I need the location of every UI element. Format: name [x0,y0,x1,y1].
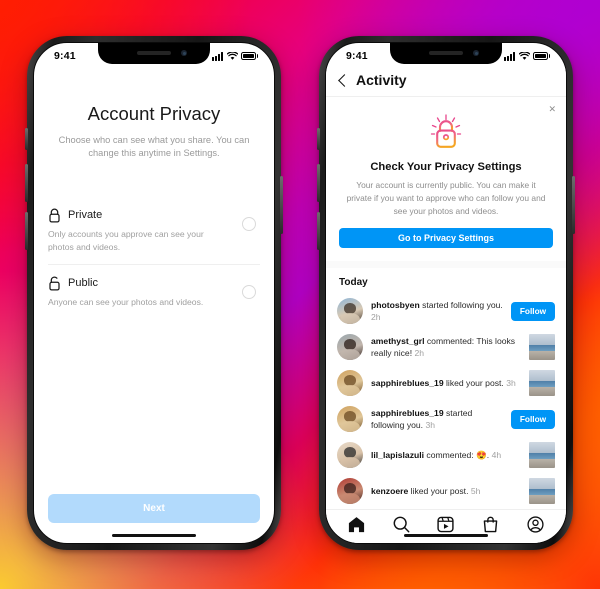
radio-private[interactable] [242,216,256,231]
battery-icon [533,52,550,60]
tab-reels[interactable] [436,515,455,534]
activity-action: liked your post. [443,377,504,388]
activity-row[interactable]: kenzoere liked your post. 5h [326,473,566,509]
activity-time: 2h [414,348,425,359]
activity-list: photosbyen started following you. 2h Foll… [326,293,566,509]
activity-username[interactable]: amethyst_grl [371,336,425,346]
avatar-sapphireblues_19[interactable] [337,370,363,397]
avatar-photosbyen[interactable] [337,298,363,325]
wifi-icon [518,51,530,60]
activity-row[interactable]: lil_lapislazuli commented: 😍. 4h [326,437,566,473]
activity-username[interactable]: kenzoere [371,486,408,496]
activity-time: 3h [506,377,516,388]
activity-time: 2h [371,312,381,323]
right-phone-frame: 9:41 Activity ✕ Check Your Privacy Setti… [317,36,575,550]
page-title: Account Privacy [87,103,221,124]
profile-icon [527,516,544,533]
home-indicator [112,533,196,537]
bottom-tab-bar [326,509,566,543]
privacy-settings-card: ✕ Check Your Privacy Settings Your accou… [326,97,566,269]
home-icon [348,517,364,533]
avatar-lil_lapislazuli[interactable] [337,442,363,469]
avatar-amethyst_grl[interactable] [337,334,363,361]
home-indicator [404,533,488,537]
left-status-bar: 9:41 [34,43,274,67]
activity-username[interactable]: lil_lapislazuli [371,450,424,460]
follow-button[interactable]: Follow [511,409,555,429]
activity-action: started following you. [419,299,503,310]
privacy-options-list: Private Only accounts you approve can se… [48,197,260,319]
tab-shop[interactable] [481,515,500,534]
post-thumbnail[interactable] [529,442,555,469]
option-private-label: Private [68,209,103,222]
left-phone-screen: 9:41 Account Privacy Choose who can see … [33,42,275,544]
tab-search[interactable] [392,515,411,534]
activity-action: commented: 😍. [424,449,490,460]
radio-public[interactable] [242,284,256,299]
tab-home[interactable] [347,515,366,534]
activity-header: Activity [326,67,566,97]
battery-icon [241,52,258,60]
activity-text: kenzoere liked your post. 5h [371,485,521,497]
activity-username[interactable]: sapphireblues_19 [371,408,444,418]
page-subtitle: Choose who can see what you share. You c… [58,135,250,159]
avatar-sapphireblues_19[interactable] [337,406,363,433]
follow-button[interactable]: Follow [511,301,555,321]
close-x-icon[interactable]: ✕ [548,105,556,114]
shop-bag-icon [483,516,498,533]
activity-text: sapphireblues_19 liked your post. 3h [371,377,521,389]
activity-time: 5h [470,485,481,496]
page-title: Activity [356,72,407,88]
lock-sparkle-icon [430,114,462,148]
activity-time: 3h [425,420,436,431]
activity-text: sapphireblues_19 started following you. … [371,407,503,431]
post-thumbnail[interactable] [529,478,555,505]
activity-text: lil_lapislazuli commented: 😍. 4h [371,449,521,461]
activity-time: 4h [491,449,502,460]
option-private[interactable]: Private Only accounts you approve can se… [48,197,260,264]
back-chevron-icon[interactable] [338,73,351,87]
activity-row[interactable]: sapphireblues_19 started following you. … [326,401,566,437]
post-thumbnail[interactable] [529,370,555,397]
card-title: Check Your Privacy Settings [370,161,522,173]
signal-bars-icon [504,52,516,61]
go-to-privacy-settings-button[interactable]: Go to Privacy Settings [339,228,553,249]
option-private-description: Only accounts you approve can see your p… [48,228,204,252]
next-button[interactable]: Next [48,494,260,523]
signal-bars-icon [212,52,224,61]
activity-row[interactable]: sapphireblues_19 liked your post. 3h [326,365,566,401]
activity-username[interactable]: photosbyen [371,300,420,310]
reels-icon [437,516,455,533]
activity-row[interactable]: amethyst_grl commented: This looks reall… [326,329,566,365]
account-privacy-screen: Account Privacy Choose who can see what … [34,67,274,543]
activity-row[interactable]: photosbyen started following you. 2h Foll… [326,293,566,329]
status-time: 9:41 [346,50,368,62]
activity-text: photosbyen started following you. 2h [371,299,503,323]
wifi-icon [226,51,238,60]
activity-text: amethyst_grl commented: This looks reall… [371,335,521,359]
card-body: Your account is currently public. You ca… [346,180,546,217]
activity-username[interactable]: sapphireblues_19 [371,378,444,388]
option-public[interactable]: Public Anyone can see your photos and vi… [48,263,260,319]
activity-action: liked your post. [408,485,469,496]
status-time: 9:41 [54,50,76,62]
section-label-today: Today [339,277,368,289]
avatar-kenzoere[interactable] [337,478,363,505]
search-icon [393,516,410,533]
tab-profile[interactable] [526,515,545,534]
option-public-description: Anyone can see your photos and videos. [48,296,204,307]
right-phone-screen: 9:41 Activity ✕ Check Your Privacy Setti… [325,42,567,544]
lock-open-icon [49,276,60,291]
option-public-label: Public [68,277,98,290]
post-thumbnail[interactable] [529,334,555,361]
activity-screen: Activity ✕ Check Your Privacy Settings Y… [326,67,566,543]
lock-closed-icon [49,208,60,223]
left-phone-frame: 9:41 Account Privacy Choose who can see … [25,36,283,550]
right-status-bar: 9:41 [326,43,566,67]
